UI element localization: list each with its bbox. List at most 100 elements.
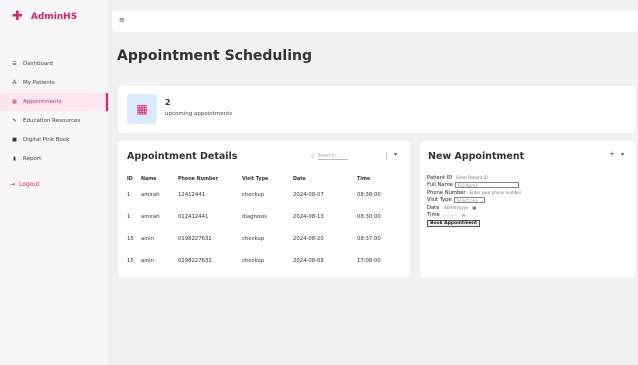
chevron-down-icon[interactable]: ▾ bbox=[394, 151, 397, 158]
date-row: Date dd/mm/yyyy ▦ bbox=[427, 204, 523, 212]
cell-visit-type: diagnosis bbox=[242, 214, 268, 220]
menu-icon[interactable]: ≡ bbox=[119, 16, 125, 24]
calendar-icon: ▦ bbox=[12, 98, 17, 105]
calendar-icon: ▦ bbox=[127, 94, 157, 124]
cell-id: 15 bbox=[127, 236, 134, 242]
phone-input[interactable]: Enter your phone number bbox=[468, 190, 524, 196]
cell-time: 08:38:00 bbox=[357, 192, 381, 198]
cell-name: ainin bbox=[141, 236, 154, 242]
new-appointment-title: New Appointment bbox=[428, 151, 525, 162]
upcoming-label: upcoming appointments bbox=[165, 111, 233, 117]
logout-button[interactable]: ⇥ Logout bbox=[10, 181, 40, 188]
book-appointment-button[interactable]: Book Appointment bbox=[427, 220, 481, 227]
sidebar-item-label: Digital Pink Book bbox=[23, 137, 70, 143]
visit-type-label: Visit Type bbox=[427, 197, 452, 204]
brand-plus-icon: ✚ bbox=[12, 9, 23, 24]
appointment-details-card: Appointment Details ⚲ Search... ▾ ID Nam… bbox=[118, 141, 410, 278]
search-placeholder: Search... bbox=[317, 153, 348, 160]
column-header-date: Date bbox=[293, 176, 306, 182]
visit-type-row: Visit Type Select one ⌄ bbox=[427, 197, 523, 205]
sidebar: ✚ AdminHS ☰ Dashboard ⁂ My Patients ▦ Ap… bbox=[0, 0, 108, 365]
brand-name: AdminHS bbox=[30, 11, 78, 22]
new-appointment-form: Patient ID Enter Patient ID Full Name Fu… bbox=[427, 174, 523, 227]
patient-id-row: Patient ID Enter Patient ID bbox=[427, 174, 523, 182]
column-header-id: ID bbox=[127, 176, 133, 182]
top-bar: ≡ bbox=[112, 10, 638, 32]
clock-icon[interactable]: ◷ bbox=[462, 213, 466, 218]
sidebar-item-digital-pink-book[interactable]: ■ Digital Pink Book bbox=[0, 131, 108, 149]
sidebar-item-my-patients[interactable]: ⁂ My Patients bbox=[0, 74, 108, 92]
cell-id: 15 bbox=[127, 258, 134, 264]
calendar-icon[interactable]: ▦ bbox=[472, 205, 476, 210]
table-row[interactable]: 15 ainin 0198227632 checkup 2024-08-08 1… bbox=[127, 250, 403, 272]
table-row[interactable]: 1 amirah 12412441 checkup 2024-08-07 08:… bbox=[127, 184, 403, 206]
column-header-phone: Phone Number bbox=[178, 176, 219, 182]
sidebar-item-label: Report bbox=[23, 156, 42, 162]
sidebar-item-report[interactable]: ▮ Report bbox=[0, 150, 108, 168]
logout-icon: ⇥ bbox=[10, 181, 16, 188]
cell-phone: 12412441 bbox=[178, 192, 205, 198]
upcoming-appointments-card: ▦ 2 upcoming appointments bbox=[118, 86, 635, 133]
date-label: Date bbox=[427, 204, 440, 211]
cell-id: 1 bbox=[127, 192, 131, 198]
cell-id: 1 bbox=[127, 214, 131, 220]
cell-phone: 0198227632 bbox=[178, 258, 212, 264]
cell-time: 08:30:00 bbox=[357, 214, 381, 220]
logout-label: Logout bbox=[19, 181, 40, 188]
report-icon: ▮ bbox=[13, 155, 16, 162]
cell-name: amirah bbox=[141, 214, 160, 220]
book-icon: ■ bbox=[12, 136, 17, 143]
table-row[interactable]: 15 ainin 0198227632 checkup 2024-08-20 0… bbox=[127, 228, 403, 250]
sidebar-item-dashboard[interactable]: ☰ Dashboard bbox=[0, 55, 108, 73]
cell-date: 2024-08-07 bbox=[293, 192, 324, 198]
sidebar-item-label: Dashboard bbox=[23, 61, 53, 67]
sidebar-item-education-resources[interactable]: ✎ Education Resources bbox=[0, 112, 108, 130]
cell-time: 08:37:00 bbox=[357, 236, 381, 242]
cell-visit-type: checkup bbox=[242, 236, 265, 242]
divider bbox=[386, 152, 387, 160]
table-header-row: ID Name Phone Number Visit Type Date Tim… bbox=[127, 174, 403, 184]
visit-type-select[interactable]: Select one ⌄ bbox=[453, 197, 486, 204]
cell-date: 2024-08-13 bbox=[293, 214, 324, 220]
phone-row: Phone Number Enter your phone number bbox=[427, 189, 523, 197]
sidebar-item-label: Appointments bbox=[23, 99, 62, 105]
sidebar-item-label: My Patients bbox=[23, 80, 55, 86]
add-icon[interactable]: + bbox=[609, 150, 615, 158]
phone-label: Phone Number bbox=[427, 189, 466, 196]
brand[interactable]: ✚ AdminHS bbox=[12, 10, 77, 23]
new-appointment-card: New Appointment + ▾ Patient ID Enter Pat… bbox=[420, 141, 635, 278]
cell-phone: 012412441 bbox=[178, 214, 209, 220]
search-input[interactable]: ⚲ Search... bbox=[311, 152, 373, 161]
full-name-label: Full Name bbox=[427, 182, 453, 189]
date-input[interactable]: dd/mm/yyyy bbox=[441, 205, 470, 211]
cell-phone: 0198227632 bbox=[178, 236, 212, 242]
full-name-row: Full Name Full Name bbox=[427, 182, 523, 190]
cell-date: 2024-08-20 bbox=[293, 236, 324, 242]
cell-name: amirah bbox=[141, 192, 160, 198]
appointment-details-title: Appointment Details bbox=[127, 151, 238, 162]
column-header-visit-type: Visit Type bbox=[242, 176, 269, 182]
education-icon: ✎ bbox=[12, 117, 17, 124]
cell-name: ainin bbox=[141, 258, 154, 264]
time-label: Time bbox=[427, 212, 440, 219]
patient-id-input[interactable]: Enter Patient ID bbox=[454, 175, 489, 181]
cell-time: 17:08:00 bbox=[357, 258, 381, 264]
full-name-input[interactable]: Full Name bbox=[454, 182, 519, 189]
chevron-down-icon[interactable]: ▾ bbox=[621, 151, 624, 158]
column-header-name: Name bbox=[141, 176, 157, 182]
sidebar-nav: ☰ Dashboard ⁂ My Patients ▦ Appointments… bbox=[0, 55, 108, 169]
table-row[interactable]: 1 amirah 012412441 diagnosis 2024-08-13 … bbox=[127, 206, 403, 228]
column-header-time: Time bbox=[357, 176, 371, 182]
search-icon: ⚲ bbox=[311, 153, 315, 160]
patients-icon: ⁂ bbox=[12, 79, 17, 86]
cell-visit-type: checkup bbox=[242, 192, 265, 198]
patient-id-label: Patient ID bbox=[427, 174, 453, 181]
dashboard-icon: ☰ bbox=[12, 60, 17, 67]
time-row: Time -- : -- -- ◷ bbox=[427, 212, 523, 220]
sidebar-item-label: Education Resources bbox=[23, 118, 81, 124]
sidebar-item-appointments[interactable]: ▦ Appointments bbox=[0, 93, 108, 111]
cell-visit-type: checkup bbox=[242, 258, 265, 264]
cell-date: 2024-08-08 bbox=[293, 258, 324, 264]
time-input[interactable]: -- : -- -- bbox=[442, 212, 460, 218]
upcoming-count: 2 bbox=[165, 98, 171, 107]
